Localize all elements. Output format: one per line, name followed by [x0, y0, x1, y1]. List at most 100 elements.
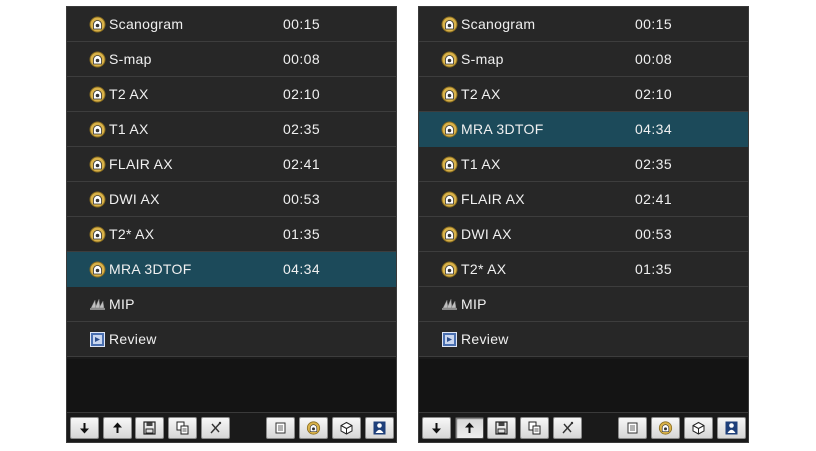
protocol-duration: 02:35 — [283, 121, 321, 137]
protocol-duration: 00:53 — [283, 191, 321, 207]
scan-coil-icon — [441, 191, 458, 208]
scan-coil-icon — [89, 261, 106, 278]
protocol-list: Scanogram 00:15 S-map 00:08 T2 AX 02:10 MRA 3D… — [419, 7, 748, 357]
protocol-row[interactable]: Review — [67, 322, 396, 357]
empty-list-area — [419, 359, 748, 414]
protocol-panel-right: Scanogram 00:15 S-map 00:08 T2 AX 02:10 MRA 3D… — [418, 6, 749, 443]
scan-coil-icon — [89, 86, 106, 103]
protocol-duration: 04:34 — [635, 121, 673, 137]
protocol-duration: 02:41 — [635, 191, 673, 207]
protocol-row[interactable]: S-map 00:08 — [419, 42, 748, 77]
protocol-name: T2 AX — [109, 86, 149, 102]
protocol-duration: 02:41 — [283, 156, 321, 172]
mip-icon — [89, 296, 106, 313]
protocol-name: T2 AX — [461, 86, 501, 102]
scan-coil-icon — [89, 121, 106, 138]
delete-button[interactable] — [553, 417, 582, 439]
protocol-name: FLAIR AX — [109, 156, 173, 172]
protocol-name: MRA 3DTOF — [109, 261, 192, 277]
protocol-duration: 00:15 — [283, 16, 321, 32]
protocol-row[interactable]: T2* AX 01:35 — [67, 217, 396, 252]
scan-coil-icon — [441, 16, 458, 33]
3d-view-button[interactable] — [684, 417, 713, 439]
move-up-button[interactable] — [103, 417, 132, 439]
copy-button[interactable] — [168, 417, 197, 439]
protocol-duration: 04:34 — [283, 261, 321, 277]
protocol-name: Review — [109, 331, 157, 347]
protocol-row[interactable]: MRA 3DTOF 04:34 — [419, 112, 748, 147]
move-down-button[interactable] — [70, 417, 99, 439]
3d-view-button[interactable] — [332, 417, 361, 439]
protocol-name: T2* AX — [109, 226, 155, 242]
protocol-row[interactable]: Scanogram 00:15 — [67, 7, 396, 42]
list-view-button[interactable] — [266, 417, 295, 439]
delete-button[interactable] — [201, 417, 230, 439]
protocol-duration: 01:35 — [635, 261, 673, 277]
protocol-name: Scanogram — [461, 16, 536, 32]
protocol-row[interactable]: FLAIR AX 02:41 — [67, 147, 396, 182]
protocol-duration: 00:08 — [283, 51, 321, 67]
protocol-row[interactable]: MIP — [419, 287, 748, 322]
protocol-row[interactable]: Scanogram 00:15 — [419, 7, 748, 42]
list-view-button[interactable] — [618, 417, 647, 439]
protocol-name: Review — [461, 331, 509, 347]
scan-coil-icon — [89, 16, 106, 33]
save-button[interactable] — [487, 417, 516, 439]
protocol-duration: 00:15 — [635, 16, 673, 32]
protocol-row[interactable]: T1 AX 02:35 — [419, 147, 748, 182]
scan-coil-icon — [441, 261, 458, 278]
protocol-row[interactable]: T2 AX 02:10 — [67, 77, 396, 112]
protocol-duration: 02:10 — [283, 86, 321, 102]
save-button[interactable] — [135, 417, 164, 439]
patient-button[interactable] — [365, 417, 394, 439]
protocol-name: DWI AX — [109, 191, 160, 207]
protocol-list: Scanogram 00:15 S-map 00:08 T2 AX 02:10 T1 AX 0… — [67, 7, 396, 357]
review-icon — [89, 331, 106, 348]
protocol-name: T1 AX — [109, 121, 149, 137]
protocol-duration: 00:53 — [635, 226, 673, 242]
patient-button[interactable] — [717, 417, 746, 439]
protocol-name: S-map — [109, 51, 152, 67]
protocol-panel-left: Scanogram 00:15 S-map 00:08 T2 AX 02:10 T1 AX 0… — [66, 6, 397, 443]
scan-coil-icon — [441, 226, 458, 243]
move-down-button[interactable] — [422, 417, 451, 439]
protocol-row[interactable]: Review — [419, 322, 748, 357]
protocol-name: MRA 3DTOF — [461, 121, 544, 137]
protocol-duration: 02:35 — [635, 156, 673, 172]
protocol-name: S-map — [461, 51, 504, 67]
protocol-duration: 00:08 — [635, 51, 673, 67]
protocol-row[interactable]: DWI AX 00:53 — [67, 182, 396, 217]
copy-button[interactable] — [520, 417, 549, 439]
scan-coil-icon — [441, 51, 458, 68]
protocol-row[interactable]: T1 AX 02:35 — [67, 112, 396, 147]
protocol-toolbar — [419, 412, 748, 442]
empty-list-area — [67, 359, 396, 414]
protocol-name: FLAIR AX — [461, 191, 525, 207]
protocol-row[interactable]: FLAIR AX 02:41 — [419, 182, 748, 217]
scan-button[interactable] — [651, 417, 680, 439]
protocol-duration: 01:35 — [283, 226, 321, 242]
protocol-row[interactable]: MRA 3DTOF 04:34 — [67, 252, 396, 287]
scan-coil-icon — [441, 86, 458, 103]
protocol-name: T1 AX — [461, 156, 501, 172]
scan-coil-icon — [89, 156, 106, 173]
mip-icon — [441, 296, 458, 313]
protocol-duration: 02:10 — [635, 86, 673, 102]
scan-coil-icon — [89, 191, 106, 208]
protocol-name: MIP — [109, 296, 135, 312]
scan-coil-icon — [89, 51, 106, 68]
protocol-name: T2* AX — [461, 261, 507, 277]
protocol-name: DWI AX — [461, 226, 512, 242]
protocol-row[interactable]: T2* AX 01:35 — [419, 252, 748, 287]
scan-button[interactable] — [299, 417, 328, 439]
protocol-row[interactable]: T2 AX 02:10 — [419, 77, 748, 112]
protocol-name: Scanogram — [109, 16, 184, 32]
scan-coil-icon — [89, 226, 106, 243]
move-up-button[interactable] — [455, 417, 484, 439]
protocol-row[interactable]: DWI AX 00:53 — [419, 217, 748, 252]
review-icon — [441, 331, 458, 348]
protocol-row[interactable]: MIP — [67, 287, 396, 322]
protocol-row[interactable]: S-map 00:08 — [67, 42, 396, 77]
protocol-toolbar — [67, 412, 396, 442]
scan-coil-icon — [441, 121, 458, 138]
